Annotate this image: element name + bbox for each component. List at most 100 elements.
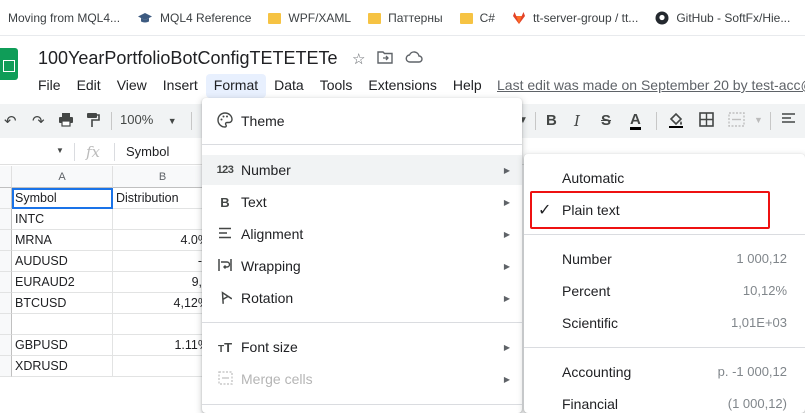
row-header[interactable] <box>0 230 12 251</box>
cell-b[interactable]: -1 <box>113 251 213 272</box>
format-menu-number[interactable]: 123 Number ▶ <box>202 155 522 185</box>
number-format-accounting[interactable]: Accounting р. -1 000,12 <box>524 356 805 386</box>
formula-input[interactable]: Symbol <box>126 144 169 159</box>
sheets-logo-icon[interactable] <box>0 48 18 80</box>
format-menu-alignment[interactable]: Alignment ▶ <box>202 219 522 249</box>
format-menu: Theme 123 Number ▶ B Text ▶ Alignment ▶ … <box>202 98 522 413</box>
number-format-scientific[interactable]: Scientific 1,01E+03 <box>524 307 805 337</box>
redo-icon[interactable]: ↷ <box>32 112 45 130</box>
menu-view[interactable]: View <box>109 74 155 98</box>
cell-b[interactable] <box>113 314 213 335</box>
bookmark-csharp[interactable]: C# <box>459 11 495 25</box>
last-edit-link[interactable]: Last edit was made on September 20 by te… <box>497 77 805 93</box>
bookmark-label: tt-server-group / tt... <box>532 10 639 25</box>
menu-tools[interactable]: Tools <box>312 74 361 98</box>
move-folder-icon[interactable] <box>377 50 394 68</box>
format-menu-merge-cells[interactable]: Merge cells ▶ <box>202 364 522 394</box>
row-header[interactable] <box>0 356 12 377</box>
cell-b[interactable]: 3 <box>113 209 213 230</box>
cell-a[interactable]: Symbol <box>12 188 113 209</box>
cell-a[interactable]: BTCUSD <box>12 293 113 314</box>
row-header[interactable] <box>0 335 12 356</box>
cell-b[interactable]: Distribution <box>113 188 213 209</box>
cell-a[interactable]: XDRUSD <box>12 356 113 377</box>
paint-format-icon[interactable] <box>86 112 100 132</box>
cell-b[interactable]: 4.0% <box>113 230 213 251</box>
format-menu-wrapping[interactable]: Wrapping ▶ <box>202 251 522 281</box>
cell-a[interactable]: EURAUD2 <box>12 272 113 293</box>
cell-b[interactable]: 1.11% <box>113 335 213 356</box>
menu-format[interactable]: Format <box>205 74 267 98</box>
cell-a[interactable]: GBPUSD <box>12 335 113 356</box>
merge-cells-icon[interactable] <box>728 112 745 131</box>
bold-icon[interactable]: B <box>546 112 557 129</box>
folder-icon <box>268 12 282 24</box>
bookmark-github[interactable]: GitHub - SoftFx/Hie... <box>655 11 790 25</box>
merge-cells-icon <box>216 370 234 388</box>
cell-b[interactable]: 4,12% <box>113 293 213 314</box>
chevron-down-icon[interactable]: ▼ <box>56 146 64 155</box>
menu-item-label: Theme <box>241 113 285 129</box>
zoom-select[interactable]: 100% ▼ <box>120 112 177 127</box>
document-title[interactable]: 100YearPortfolioBotConfigTETETETe <box>38 48 338 69</box>
cloud-status-icon[interactable] <box>405 50 424 68</box>
menu-file[interactable]: File <box>30 74 69 98</box>
palette-icon <box>216 111 234 131</box>
menu-edit[interactable]: Edit <box>69 74 109 98</box>
fill-color-icon[interactable] <box>668 112 684 132</box>
align-left-icon[interactable] <box>781 112 796 130</box>
row-header[interactable] <box>0 209 12 230</box>
number-format-plain-text[interactable]: ✓ Plain text <box>524 194 805 224</box>
row-header[interactable] <box>0 251 12 272</box>
cell-b[interactable]: 9,1 <box>113 272 213 293</box>
bookmark-mql4-reference[interactable]: MQL4 Reference <box>137 11 251 25</box>
format-menu-rotation[interactable]: Rotation ▶ <box>202 283 522 313</box>
format-menu-theme[interactable]: Theme <box>202 106 522 136</box>
cell-b[interactable]: 1 <box>113 356 213 377</box>
borders-icon[interactable] <box>699 112 714 131</box>
bookmark-tt-server-group[interactable]: tt-server-group / tt... <box>512 11 638 25</box>
undo-icon[interactable]: ↶ <box>4 112 17 130</box>
row-header[interactable] <box>0 293 12 314</box>
cell-a[interactable]: AUDUSD <box>12 251 113 272</box>
menu-insert[interactable]: Insert <box>155 74 206 98</box>
format-menu-text[interactable]: B Text ▶ <box>202 187 522 217</box>
bookmark-mql4-moving[interactable]: Moving from MQL4... <box>8 11 120 25</box>
row-header[interactable] <box>0 272 12 293</box>
bookmark-wpf-xaml[interactable]: WPF/XAML <box>268 11 351 25</box>
menu-data[interactable]: Data <box>266 74 312 98</box>
submenu-arrow-icon: ▶ <box>503 293 510 303</box>
column-header-a[interactable]: A <box>12 166 113 188</box>
number-format-number[interactable]: Number 1 000,12 <box>524 243 805 273</box>
cell-a[interactable]: INTC <box>12 209 113 230</box>
format-example: (1 000,12) <box>727 396 787 411</box>
number-format-icon: 123 <box>216 164 234 176</box>
chevron-down-icon[interactable]: ▼ <box>754 115 763 125</box>
menu-extensions[interactable]: Extensions <box>360 74 444 98</box>
menu-divider <box>202 144 522 145</box>
menu-item-label: Wrapping <box>241 258 301 274</box>
fx-icon: fx <box>86 143 101 161</box>
toolbar-divider <box>111 112 112 130</box>
number-format-percent[interactable]: Percent 10,12% <box>524 275 805 305</box>
formula-divider <box>114 143 115 161</box>
cell-a[interactable]: MRNA <box>12 230 113 251</box>
graduation-cap-icon <box>137 11 153 25</box>
menu-divider <box>202 322 522 323</box>
number-format-financial[interactable]: Financial (1 000,12) <box>524 388 805 413</box>
print-icon[interactable] <box>58 112 74 131</box>
number-format-automatic[interactable]: Automatic <box>524 162 805 192</box>
bookmark-patterns[interactable]: Паттерны <box>368 11 443 25</box>
menu-item-label: Financial <box>562 396 619 412</box>
text-color-icon[interactable]: A <box>630 112 641 130</box>
corner-select-all[interactable] <box>0 166 12 188</box>
column-header-b[interactable]: B <box>113 166 213 188</box>
strikethrough-icon[interactable]: S <box>601 112 611 129</box>
row-header[interactable] <box>0 314 12 335</box>
menu-help[interactable]: Help <box>445 74 490 98</box>
format-menu-font-size[interactable]: TT Font size ▶ <box>202 332 522 362</box>
star-icon[interactable]: ☆ <box>352 50 365 68</box>
row-header[interactable] <box>0 188 12 209</box>
cell-a[interactable] <box>12 314 113 335</box>
italic-icon[interactable]: I <box>574 112 580 130</box>
